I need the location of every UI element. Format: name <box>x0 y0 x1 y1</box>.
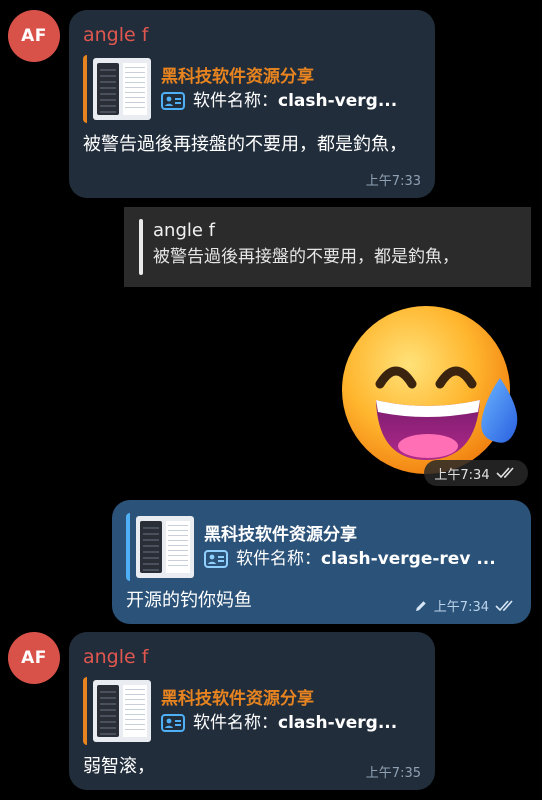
link-preview[interactable]: 黑科技软件资源分享 软件名称：clash-verg... <box>83 677 421 745</box>
preview-title: 黑科技软件资源分享 <box>204 525 357 545</box>
preview-title: 黑科技软件资源分享 <box>161 689 314 709</box>
quote-name: angle f <box>153 220 215 241</box>
preview-title: 黑科技软件资源分享 <box>161 67 314 87</box>
quote-bar <box>139 219 143 275</box>
message-text: 被警告過後再接盤的不要用，都是釣魚， <box>83 134 407 155</box>
sender-name[interactable]: angle f <box>83 23 421 47</box>
double-check-icon <box>495 599 513 611</box>
sticker-time: 上午7:34 <box>434 467 490 483</box>
preview-name: clash-verg... <box>278 91 398 111</box>
message-bubble-outgoing[interactable]: 黑科技软件资源分享 软件名称：clash-verge-rev ... 开源的钓你… <box>112 500 531 624</box>
avatar[interactable]: AF <box>8 10 60 62</box>
id-card-icon <box>161 92 185 110</box>
message-time: 上午7:34 <box>433 600 489 615</box>
preview-name: clash-verge-rev ... <box>321 549 496 569</box>
preview-thumbnail[interactable] <box>93 58 151 120</box>
preview-thumbnail[interactable] <box>136 516 194 578</box>
link-preview[interactable]: 黑科技软件资源分享 软件名称：clash-verge-rev ... <box>126 513 517 581</box>
grinning-face-with-tear-sticker[interactable] <box>340 300 522 476</box>
message-bubble-incoming[interactable]: angle f 黑科技软件资源分享 软件名称：clash-verg... 被警告… <box>69 10 435 198</box>
preview-thumbnail[interactable] <box>93 680 151 742</box>
message-time: 上午7:33 <box>365 174 421 189</box>
preview-label: 软件名称： <box>236 549 321 569</box>
pencil-icon <box>415 600 426 611</box>
message-time: 上午7:35 <box>365 766 421 781</box>
message-bubble-incoming[interactable]: angle f 黑科技软件资源分享 软件名称：clash-verg... 弱智滚… <box>69 632 435 790</box>
double-check-icon <box>496 467 514 479</box>
id-card-icon <box>161 714 185 732</box>
preview-label: 软件名称： <box>193 91 278 111</box>
id-card-icon <box>204 550 228 568</box>
sender-name[interactable]: angle f <box>83 645 421 669</box>
link-preview[interactable]: 黑科技软件资源分享 软件名称：clash-verg... <box>83 55 421 123</box>
avatar[interactable]: AF <box>8 632 60 684</box>
reply-quote[interactable]: angle f 被警告過後再接盤的不要用，都是釣魚， <box>124 207 531 287</box>
preview-label: 软件名称： <box>193 713 278 733</box>
preview-name: clash-verg... <box>278 713 398 733</box>
sticker-meta: 上午7:34 <box>424 460 528 486</box>
quote-text: 被警告過後再接盤的不要用，都是釣魚， <box>153 247 459 267</box>
